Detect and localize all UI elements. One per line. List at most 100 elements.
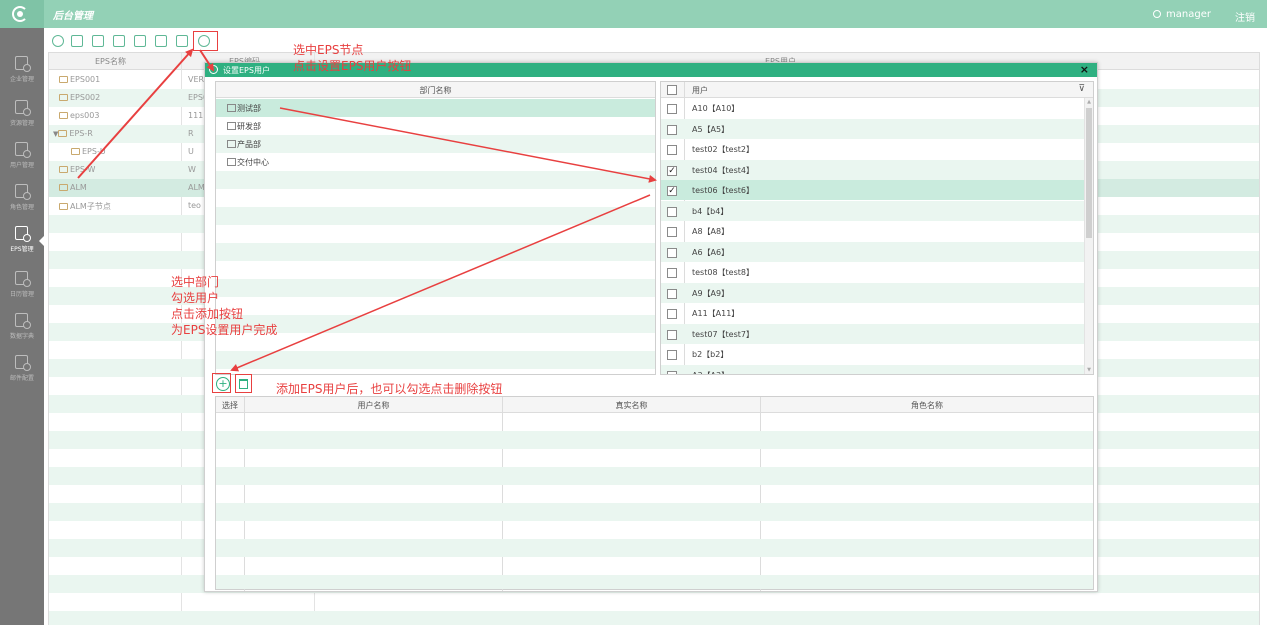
user-checkbox[interactable]	[667, 206, 677, 217]
user-name: A3【A3】	[692, 370, 730, 375]
nav-item-eps[interactable]: EPS管理	[0, 220, 44, 260]
logo	[0, 0, 44, 28]
refresh-icon[interactable]	[52, 35, 64, 47]
folder-icon	[59, 94, 68, 101]
annotation-step2-line4: 为EPS设置用户完成	[171, 323, 278, 337]
move-icon[interactable]	[155, 35, 167, 47]
user-row[interactable]: ✓ test04【test4】	[661, 159, 1085, 180]
empty-row	[49, 611, 1259, 625]
dept-item-selected[interactable]: 测试部	[216, 99, 655, 117]
nav-item-resource[interactable]: 资源管理	[0, 94, 44, 134]
user-checkbox[interactable]	[667, 350, 677, 360]
user-checkbox[interactable]	[667, 288, 677, 299]
nav-item-mail[interactable]: 邮件配置	[0, 349, 44, 389]
empty-row	[216, 431, 1093, 449]
user-checkbox[interactable]	[667, 145, 677, 155]
col-role-name: 角色名称	[911, 401, 943, 410]
tree-icon[interactable]	[176, 35, 188, 47]
dialog-title: 设置EPS用户	[223, 66, 270, 75]
add-button[interactable]: +	[216, 377, 230, 391]
user-name: A11【A11】	[692, 309, 740, 318]
dept-icon	[227, 158, 236, 166]
user-checkbox[interactable]	[667, 268, 677, 278]
close-icon[interactable]: ×	[1080, 63, 1089, 76]
user-row[interactable]: A9【A9】	[661, 282, 1085, 303]
user-name: A8【A8】	[692, 227, 730, 236]
user-row[interactable]: A6【A6】	[661, 241, 1085, 262]
app-title: 后台管理	[53, 11, 93, 22]
annotation-step1-line1: 选中EPS节点	[293, 43, 364, 57]
scroll-up-icon[interactable]: ▲	[1086, 99, 1092, 105]
user-panel: 用户 ⊽ A10【A10】 A5【A5】 test02【test2】 ✓ test04【…	[660, 81, 1094, 375]
empty-row	[216, 575, 1093, 589]
dialog-icon	[209, 65, 218, 74]
nav-item-user[interactable]: 用户管理	[0, 136, 44, 176]
nav-item-role[interactable]: 角色管理	[0, 178, 44, 218]
user-list-scrollbar[interactable]: ▲ ▼	[1084, 98, 1093, 374]
nav-item-enterprise[interactable]: 企业管理	[0, 50, 44, 90]
user-row[interactable]: A5【A5】	[661, 118, 1085, 139]
logo-icon	[12, 6, 28, 22]
dept-header: 部门名称	[216, 82, 655, 98]
user-checkbox[interactable]	[667, 329, 677, 340]
col-divider	[244, 397, 245, 591]
user-checkbox[interactable]	[667, 247, 677, 258]
user-row[interactable]: test07【test7】	[661, 323, 1085, 344]
nav-item-calendar[interactable]: 日历管理	[0, 265, 44, 305]
user-name: test04【test4】	[692, 165, 754, 175]
result-header: 选择 用户名称 真实名称 角色名称	[216, 397, 1093, 413]
user-row[interactable]: test08【test8】	[661, 262, 1085, 282]
delete-icon[interactable]	[134, 35, 146, 47]
user-name: b4【b4】	[692, 206, 729, 216]
col-select: 选择	[222, 401, 238, 410]
select-all-checkbox[interactable]	[667, 85, 677, 95]
dept-item[interactable]: 交付中心	[216, 153, 655, 171]
dept-panel: 部门名称 测试部 研发部 产品部 交付中心	[215, 81, 656, 375]
calendar-icon	[15, 271, 31, 287]
filter-icon[interactable]: ⊽	[1078, 84, 1085, 94]
logout-link[interactable]: 注销	[1235, 9, 1255, 24]
folder-icon	[59, 203, 68, 210]
plus-icon: +	[218, 377, 228, 390]
dept-item[interactable]: 研发部	[216, 117, 655, 135]
user-row[interactable]: b2【b2】	[661, 344, 1085, 364]
user-row[interactable]: A11【A11】	[661, 303, 1085, 323]
scroll-down-icon[interactable]: ▼	[1086, 367, 1092, 373]
col-divider	[502, 397, 503, 591]
user-row[interactable]: A8【A8】	[661, 221, 1085, 241]
user-manage-icon	[15, 142, 31, 158]
user-row[interactable]: test02【test2】	[661, 139, 1085, 159]
user-checkbox[interactable]: ✓	[667, 186, 677, 196]
user-row-selected[interactable]: ✓ test06【test6】	[661, 180, 1085, 200]
user-row[interactable]: A3【A3】	[661, 364, 1085, 375]
empty-row	[216, 315, 655, 333]
user-row[interactable]: b4【b4】	[661, 200, 1085, 221]
annotation-step2-line2: 勾选用户	[171, 291, 220, 305]
dept-item[interactable]: 产品部	[216, 135, 655, 153]
delete-button[interactable]	[235, 374, 252, 393]
user-checkbox[interactable]	[667, 227, 677, 237]
user-checkbox[interactable]	[667, 309, 677, 319]
nav-item-dictionary[interactable]: 数据字典	[0, 307, 44, 347]
user-row[interactable]: A10【A10】	[661, 98, 1085, 118]
user-checkbox[interactable]	[667, 370, 677, 374]
copy-icon[interactable]	[71, 35, 83, 47]
edit-icon[interactable]	[113, 35, 125, 47]
annotation-step3: 添加EPS用户后，也可以勾选点击删除按钮	[276, 382, 503, 396]
user-name: test06【test6】	[692, 186, 754, 195]
annotation-step2-line3: 点击添加按钮	[171, 307, 244, 321]
add-node-icon[interactable]	[92, 35, 104, 47]
set-user-highlight	[193, 31, 218, 51]
empty-row	[216, 503, 1093, 521]
active-indicator	[39, 236, 44, 246]
empty-row	[216, 467, 1093, 485]
annotation-step2-line1: 选中部门	[171, 275, 220, 289]
user-checkbox[interactable]	[667, 124, 677, 135]
user-checkbox[interactable]: ✓	[667, 165, 677, 176]
role-icon	[15, 184, 31, 200]
current-user[interactable]: manager	[1153, 9, 1211, 20]
user-icon	[1153, 10, 1162, 18]
empty-row	[216, 351, 655, 369]
scroll-thumb[interactable]	[1086, 108, 1092, 238]
user-checkbox[interactable]	[667, 104, 677, 114]
